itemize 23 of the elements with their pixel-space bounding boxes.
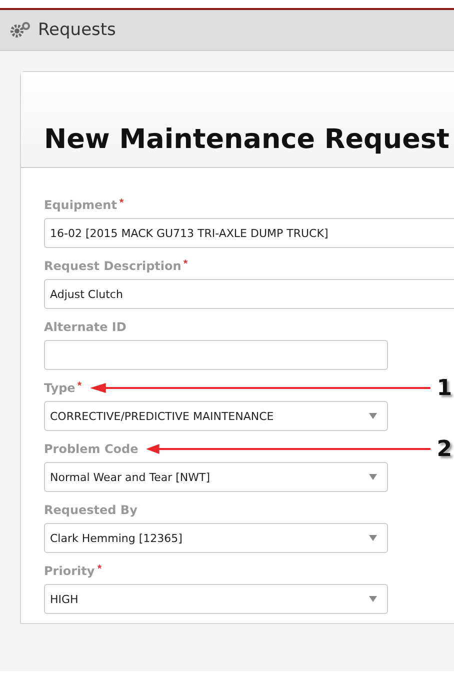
caret-icon	[369, 474, 377, 480]
input-field[interactable]	[44, 340, 388, 370]
dropdown[interactable]: Normal Wear and Tear [NWT]	[44, 462, 388, 492]
callout-number: 1	[436, 376, 452, 400]
field-label: Alternate ID	[44, 320, 126, 334]
caret-icon	[369, 413, 377, 419]
gears-icon	[10, 22, 32, 38]
field-label: Equipment	[44, 198, 117, 212]
field-label: Request Description	[44, 259, 182, 273]
input-field[interactable]: Adjust Clutch	[44, 279, 454, 309]
field-label: Priority	[44, 564, 95, 578]
field-label: Problem Code	[44, 442, 138, 456]
page-title: Requests	[38, 20, 116, 40]
caret-icon	[369, 535, 377, 541]
input-field[interactable]: 16-02 [2015 MACK GU713 TRI-AXLE DUMP TRUCK]	[44, 218, 454, 248]
dropdown[interactable]: CORRECTIVE/PREDICTIVE MAINTENANCE	[44, 401, 388, 431]
field-label: Type	[44, 381, 76, 395]
dropdown[interactable]: HIGH	[44, 584, 388, 614]
form-title: New Maintenance Request	[44, 124, 450, 155]
field-label: Requested By	[44, 503, 138, 517]
dropdown[interactable]: Clark Hemming [12365]	[44, 523, 388, 553]
caret-icon	[369, 596, 377, 602]
callout-number: 2	[436, 436, 452, 462]
